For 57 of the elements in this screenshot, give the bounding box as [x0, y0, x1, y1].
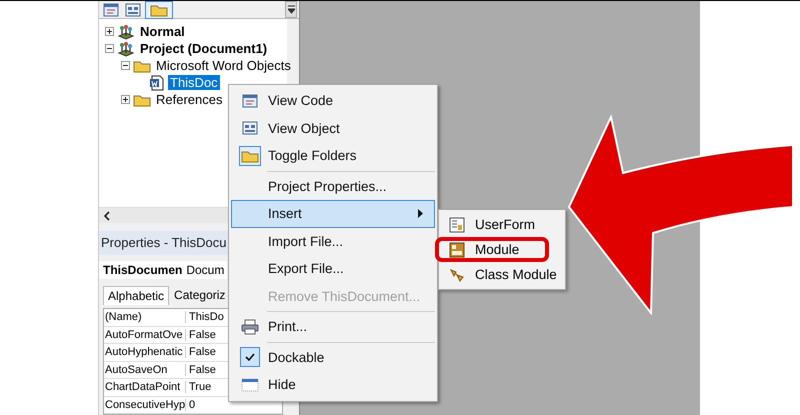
toolbar-button[interactable] [101, 2, 121, 18]
toolbar-button[interactable] [145, 1, 173, 18]
menu-item[interactable]: Insert [231, 200, 435, 228]
menu-item[interactable]: Class Module [439, 262, 565, 287]
form-icon [449, 216, 465, 232]
object-type[interactable]: Docum [186, 263, 224, 277]
project-icon [117, 40, 135, 56]
tree-item[interactable]: Normal [138, 24, 187, 39]
expander-icon[interactable] [121, 61, 130, 70]
module-icon [449, 242, 465, 258]
tab[interactable]: Categoriz [169, 285, 230, 305]
menu-item[interactable]: Toggle Folders [231, 142, 435, 170]
project-icon [117, 24, 135, 40]
expander-icon[interactable] [105, 27, 114, 36]
folder-icon [133, 92, 151, 106]
property-value[interactable]: False [186, 328, 216, 341]
scroll-left-icon[interactable] [103, 210, 111, 220]
menu-item[interactable]: Module [439, 237, 565, 262]
menu-item[interactable]: View Object [231, 114, 435, 142]
tree-item[interactable]: References [154, 92, 224, 107]
tree-item[interactable]: Project (Document1) [138, 41, 270, 56]
property-name: ChartDataPoint [104, 381, 186, 394]
tab[interactable]: Alphabetic [103, 286, 170, 305]
window-icon [241, 378, 259, 392]
property-name: AutoSaveOn [104, 364, 186, 376]
property-value[interactable]: 0 [186, 398, 196, 411]
menu-item[interactable]: Print... [231, 313, 435, 340]
tree-item[interactable]: Microsoft Word Objects [154, 58, 293, 73]
toolbar-overflow-button[interactable] [285, 1, 297, 18]
class-icon [449, 266, 465, 282]
object-name[interactable]: ThisDocumen [103, 263, 182, 277]
property-value[interactable]: True [186, 381, 212, 394]
property-name: ConsecutiveHyp [104, 398, 186, 411]
submenu-arrow-icon [418, 209, 424, 218]
property-name: AutoHyphenatic [104, 346, 186, 358]
menu-item[interactable]: UserForm [439, 212, 565, 237]
folder-icon [133, 58, 151, 72]
toolbar-button[interactable] [123, 2, 143, 18]
menu-item[interactable]: View Code [231, 87, 435, 114]
overflow-icon [288, 5, 294, 14]
form-icon [242, 121, 258, 136]
property-value[interactable]: False [186, 364, 216, 376]
menu-item[interactable]: Hide [231, 371, 435, 398]
menu-item[interactable]: Project Properties... [231, 172, 435, 200]
menu-item[interactable]: Export File... [231, 255, 435, 282]
document-icon [149, 74, 165, 90]
expander-icon[interactable] [105, 44, 114, 53]
property-value[interactable]: ThisDo [186, 311, 224, 324]
property-name: AutoFormatOve [104, 328, 186, 341]
menu-item[interactable]: Dockable [231, 344, 435, 371]
folder-icon [239, 146, 261, 166]
printer-icon [241, 318, 259, 335]
property-value[interactable]: False [186, 346, 216, 358]
property-name: (Name) [104, 311, 186, 324]
tree-item[interactable]: ThisDoc [168, 75, 220, 90]
expander-icon[interactable] [121, 95, 130, 104]
window-icon [242, 94, 258, 108]
